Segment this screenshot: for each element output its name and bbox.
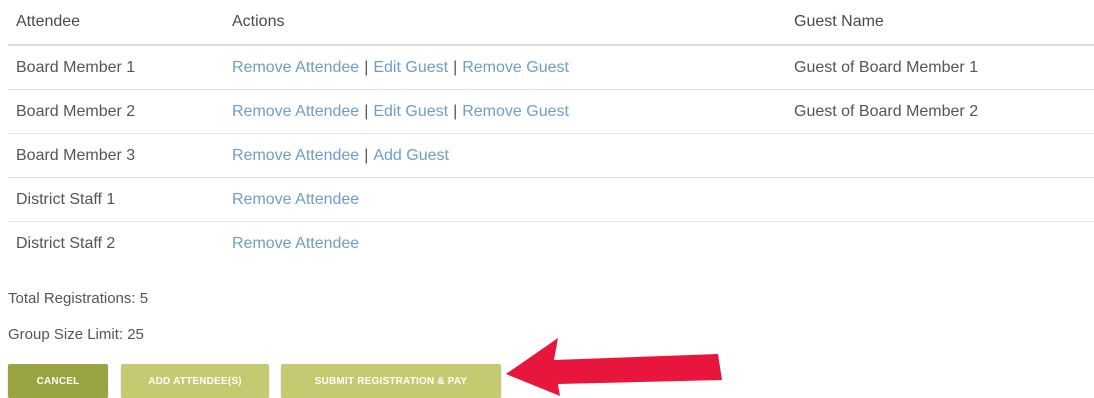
actions-cell: Remove Attendee [224,177,786,222]
separator: | [453,58,458,76]
attendee-name: Board Member 2 [8,89,224,134]
attendee-table-container: Attendee Actions Guest Name Board Member… [8,0,1094,265]
remove-attendee-link[interactable]: Remove Attendee [232,103,359,120]
attendee-name: Board Member 1 [8,45,224,90]
guest-name: Guest of Board Member 2 [786,89,1094,134]
remove-guest-link[interactable]: Remove Guest [462,103,569,120]
attendee-column-header: Attendee [8,0,224,46]
separator: | [364,58,369,76]
table-row: District Staff 1 Remove Attendee [8,177,1094,222]
separator: | [364,102,369,120]
table-header-row: Attendee Actions Guest Name [8,0,1094,46]
remove-attendee-link[interactable]: Remove Attendee [232,235,359,252]
guest-name-column-header: Guest Name [786,0,1094,46]
attendee-name: District Staff 1 [8,177,224,222]
table-row: Board Member 2 Remove Attendee | Edit Gues… [8,89,1094,134]
attendee-name: District Staff 2 [16,234,116,252]
attendee-table: Attendee Actions Guest Name Board Member… [8,0,1094,265]
guest-name [786,133,1094,178]
table-row: Board Member 3 Remove Attendee | Add Guest [8,133,1094,178]
table-row: District Staff 2 Remove Attendee [8,222,1094,266]
edit-guest-link[interactable]: Edit Guest [373,103,448,120]
remove-attendee-link[interactable]: Remove Attendee [232,59,359,76]
total-registrations: Total Registrations: 5 [8,290,149,307]
submit-registration-button[interactable]: SUBMIT REGISTRATION & PAY [281,364,501,398]
guest-name [786,222,1094,266]
table-row: Board Member 1 Remove Attendee | Edit Gues… [8,45,1094,90]
cancel-button[interactable]: CANCEL [8,364,108,398]
group-size-limit: Group Size Limit: 25 [8,326,144,343]
separator: | [453,102,458,120]
remove-attendee-link[interactable]: Remove Attendee [232,147,359,164]
actions-cell: Remove Attendee | Add Guest [224,133,786,178]
remove-attendee-link[interactable]: Remove Attendee [232,191,359,208]
actions-cell: Remove Attendee | Edit Guest | Remove Guest [224,89,786,134]
add-guest-link[interactable]: Add Guest [373,147,449,164]
attendee-name: Board Member 3 [8,133,224,178]
arrow-left-icon [506,338,722,396]
remove-guest-link[interactable]: Remove Guest [462,59,569,76]
actions-column-header: Actions [224,0,786,46]
guest-name [786,177,1094,222]
guest-name: Guest of Board Member 1 [786,45,1094,90]
arrow-shape [506,338,722,396]
actions-cell: Remove Attendee [224,222,786,266]
actions-cell: Remove Attendee | Edit Guest | Remove Guest [224,45,786,90]
edit-guest-link[interactable]: Edit Guest [373,59,448,76]
add-attendees-button[interactable]: ADD ATTENDEE(S) [121,364,269,398]
separator: | [364,146,369,164]
